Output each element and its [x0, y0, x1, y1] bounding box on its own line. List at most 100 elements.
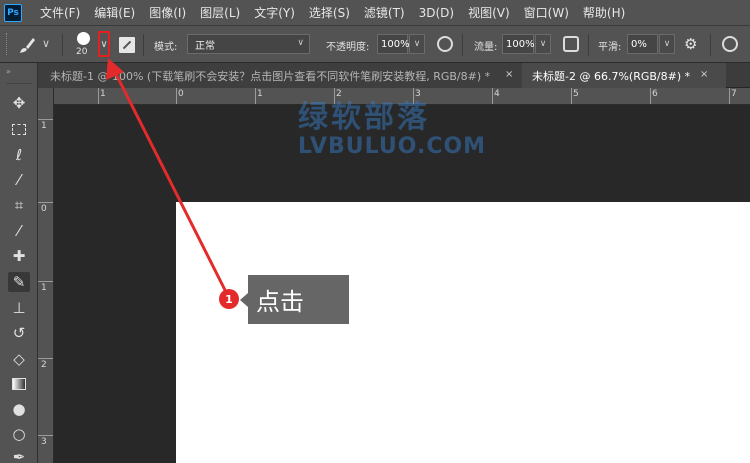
move-tool-icon[interactable]: ✥ — [8, 93, 30, 113]
history-brush-tool-icon[interactable]: ↺ — [8, 323, 30, 343]
brush-size-value: 20 — [76, 47, 88, 57]
opacity-label: 不透明度: — [326, 42, 370, 53]
ruler-tick — [176, 88, 177, 104]
ruler-label: 1 — [41, 283, 47, 293]
mode-label: 模式: — [154, 42, 178, 53]
airbrush-icon[interactable] — [563, 36, 579, 52]
ruler-tick — [38, 119, 53, 120]
menu-filter[interactable]: 滤镜(T) — [364, 4, 405, 21]
horizontal-ruler[interactable]: 1 0 1 2 3 4 5 6 7 — [54, 88, 750, 105]
options-divider — [710, 34, 711, 56]
options-bar-grip[interactable] — [6, 33, 8, 55]
menu-layer[interactable]: 图层(L) — [200, 4, 240, 21]
menu-type[interactable]: 文字(Y) — [254, 4, 295, 21]
annotation-callout: 点击 — [240, 275, 349, 324]
options-divider — [462, 34, 463, 56]
ruler-tick — [38, 202, 53, 203]
close-icon[interactable]: × — [505, 69, 513, 80]
marquee-tool-icon[interactable] — [8, 119, 30, 139]
ruler-tick — [255, 88, 256, 104]
pen-tool-icon[interactable]: ✒ — [8, 447, 30, 463]
document-canvas[interactable] — [176, 202, 750, 463]
ruler-label: 0 — [41, 204, 47, 214]
vertical-ruler[interactable]: 1 0 1 2 3 — [38, 88, 54, 463]
document-tabs: 未标题-1 @ 100% (下载笔刷不会安装？点击图片查看不同软件笔刷安装教程,… — [38, 63, 750, 88]
tool-preset-chevron-down-icon[interactable]: ∨ — [42, 37, 50, 50]
menu-edit[interactable]: 编辑(E) — [94, 4, 135, 21]
ruler-tick — [492, 88, 493, 104]
clone-stamp-tool-icon[interactable]: ⊥ — [8, 298, 30, 318]
tab-title: 未标题-1 @ 100% (下载笔刷不会安装？点击图片查看不同软件笔刷安装教程,… — [50, 69, 491, 83]
chevron-down-icon: ∨ — [297, 38, 304, 48]
ruler-label: 1 — [41, 121, 47, 131]
menu-window[interactable]: 窗口(W) — [524, 4, 569, 21]
ruler-label: 2 — [336, 89, 342, 99]
mode-dropdown[interactable]: 正常 ∨ — [187, 34, 310, 54]
pressure-size-icon[interactable] — [722, 36, 738, 52]
ruler-tick — [38, 358, 53, 359]
smoothing-dropdown-chevron-icon[interactable]: ∨ — [659, 34, 675, 54]
options-divider — [143, 34, 144, 56]
tab-document-1[interactable]: 未标题-1 @ 100% (下载笔刷不会安装？点击图片查看不同软件笔刷安装教程,… — [38, 63, 522, 88]
opacity-dropdown-chevron-icon[interactable]: ∨ — [409, 34, 425, 54]
ruler-tick — [334, 88, 335, 104]
brush-preset-dropdown-button[interactable]: ∨ — [98, 31, 110, 57]
collapse-panel-icon[interactable]: » — [6, 67, 11, 76]
ruler-label: 7 — [731, 89, 737, 99]
ruler-tick — [413, 88, 414, 104]
crop-tool-icon[interactable]: ⌗ — [8, 195, 30, 215]
smoothing-label: 平滑: — [598, 42, 622, 53]
close-icon[interactable]: × — [700, 69, 708, 80]
tools-panel: » ✥ ℓ ⁄ ⌗ ⁄ ✚ ✎ ⊥ ↺ ◇ ● ○ ✒ — [0, 63, 38, 463]
ruler-tick — [38, 281, 53, 282]
lasso-tool-icon[interactable]: ℓ — [8, 145, 30, 165]
menu-view[interactable]: 视图(V) — [468, 4, 510, 21]
menu-image[interactable]: 图像(I) — [149, 4, 186, 21]
dodge-tool-icon[interactable]: ○ — [8, 424, 30, 444]
menu-help[interactable]: 帮助(H) — [583, 4, 625, 21]
ruler-label: 1 — [257, 89, 263, 99]
smoothing-input[interactable]: 0% — [627, 34, 658, 54]
ruler-tick — [650, 88, 651, 104]
flow-label: 流量: — [474, 42, 498, 53]
tools-divider — [6, 83, 32, 84]
gear-icon[interactable]: ⚙ — [684, 35, 697, 53]
ruler-label: 2 — [41, 360, 47, 370]
blur-tool-icon[interactable]: ● — [8, 399, 30, 419]
eyedropper-tool-icon[interactable]: ⁄ — [8, 221, 30, 241]
brush-settings-panel-icon[interactable] — [119, 37, 135, 53]
chevron-down-icon: ∨ — [100, 38, 108, 50]
ruler-label: 1 — [100, 89, 106, 99]
ruler-tick — [729, 88, 730, 104]
ruler-label: 3 — [415, 89, 421, 99]
brush-tool-active-icon[interactable]: ✎ — [8, 272, 30, 292]
options-divider — [62, 34, 63, 56]
gradient-tool-icon[interactable] — [8, 374, 30, 394]
menu-select[interactable]: 选择(S) — [309, 4, 350, 21]
eraser-tool-icon[interactable]: ◇ — [8, 349, 30, 369]
options-divider — [588, 34, 589, 56]
ruler-tick — [98, 88, 99, 104]
flow-input[interactable]: 100% — [502, 34, 535, 54]
ruler-label: 4 — [494, 89, 500, 99]
step-badge: 1 — [219, 289, 239, 309]
options-bar: ∨ 20 ∨ 模式: 正常 ∨ 不透明度: 100% ∨ 流量: 100% ∨ … — [0, 25, 750, 63]
tab-title: 未标题-2 @ 66.7%(RGB/8#) * — [532, 69, 691, 83]
brush-tip-preview-icon[interactable] — [77, 32, 90, 45]
menu-file[interactable]: 文件(F) — [40, 4, 80, 21]
ruler-tick — [38, 435, 53, 436]
ruler-tick — [571, 88, 572, 104]
menu-3d[interactable]: 3D(D) — [419, 6, 454, 20]
ruler-label: 6 — [652, 89, 658, 99]
pressure-opacity-icon[interactable] — [437, 36, 453, 52]
healing-brush-tool-icon[interactable]: ✚ — [8, 246, 30, 266]
photoshop-logo-icon: Ps — [4, 3, 22, 22]
ruler-label: 5 — [573, 89, 579, 99]
magic-wand-tool-icon[interactable]: ⁄ — [8, 170, 30, 190]
ruler-label: 0 — [178, 89, 184, 99]
opacity-input[interactable]: 100% — [377, 34, 410, 54]
ruler-label: 3 — [41, 437, 47, 447]
flow-dropdown-chevron-icon[interactable]: ∨ — [535, 34, 551, 54]
tab-document-2[interactable]: 未标题-2 @ 66.7%(RGB/8#) * × — [522, 63, 726, 88]
brush-tool-icon[interactable] — [18, 36, 36, 54]
